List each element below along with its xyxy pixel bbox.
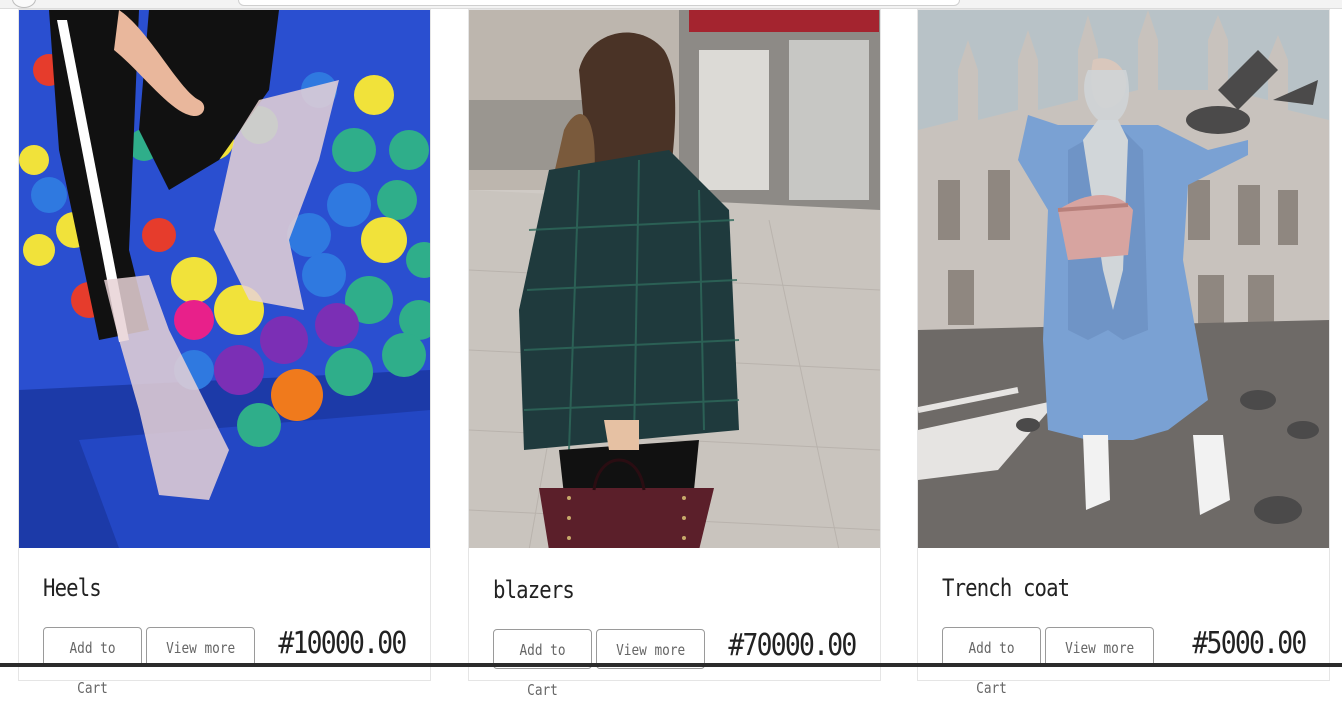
product-card-trench-coat: Trench coat Add to Cart View more #5000.… xyxy=(917,9,1330,697)
blazer-photo-icon xyxy=(469,10,880,548)
heels-photo-icon xyxy=(19,10,430,548)
add-to-cart-button[interactable]: Add to Cart xyxy=(942,627,1041,697)
product-image-heels[interactable] xyxy=(19,10,430,548)
product-title: Trench coat xyxy=(942,574,1070,602)
product-title: Heels xyxy=(43,574,102,602)
product-grid: Heels Add to Cart View more #10000.00 bl… xyxy=(0,0,1342,699)
product-card-heels: Heels Add to Cart View more #10000.00 xyxy=(18,9,431,697)
view-more-button[interactable]: View more xyxy=(1045,627,1154,667)
trench-coat-photo-icon xyxy=(918,10,1329,548)
view-more-button[interactable]: View more xyxy=(146,627,255,667)
product-card-blazers: blazers Add to Cart View more #70000.00 xyxy=(468,9,881,699)
taskbar-edge xyxy=(0,663,1342,667)
product-image-trench-coat[interactable] xyxy=(918,10,1329,548)
product-price: #5000.00 xyxy=(1191,626,1307,661)
add-to-cart-label: Add to Cart xyxy=(69,639,116,697)
add-to-cart-label: Add to Cart xyxy=(519,641,566,699)
product-image-blazers[interactable] xyxy=(469,10,880,548)
view-more-label: View more xyxy=(1064,639,1135,657)
product-title: blazers xyxy=(493,576,575,604)
add-to-cart-label: Add to Cart xyxy=(968,639,1015,697)
add-to-cart-button[interactable]: Add to Cart xyxy=(43,627,142,697)
view-more-label: View more xyxy=(165,639,236,657)
product-price: #70000.00 xyxy=(728,628,858,663)
product-price: #10000.00 xyxy=(278,626,408,661)
